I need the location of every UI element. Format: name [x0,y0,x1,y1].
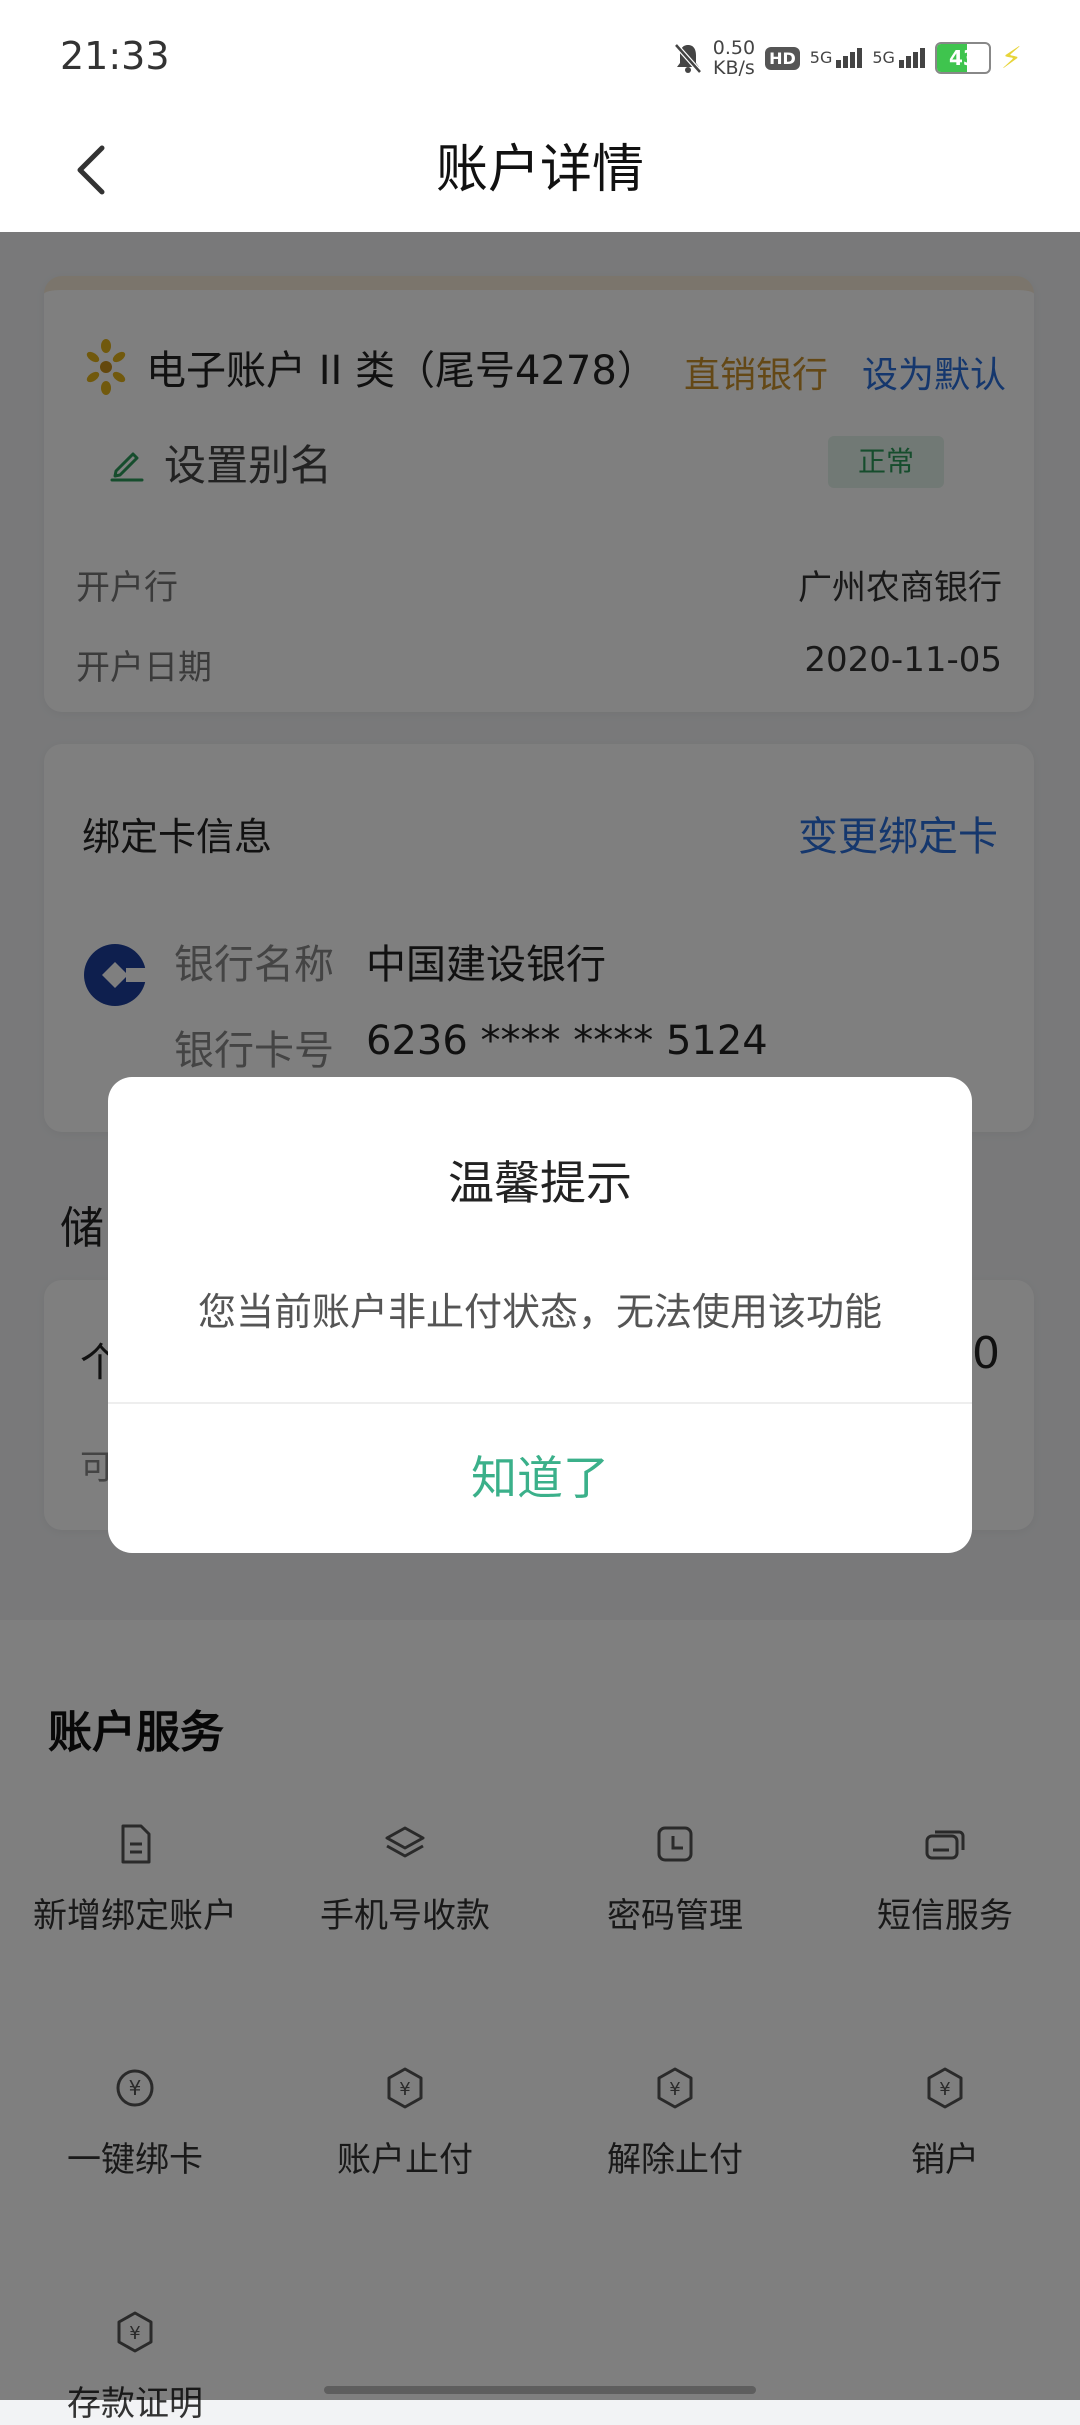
mute-bell-icon [673,43,702,74]
sim2-label: 5G [872,48,895,67]
status-bar: 21:33 0.50 KB/s HD 5G 5G 43 ⚡ [0,0,1080,110]
battery-icon: 43 [934,42,991,74]
signal-icon-sim1: 5G [810,48,863,68]
signal-icon-sim2: 5G [872,48,925,68]
net-speed: 0.50 KB/s [713,38,755,78]
status-icons: 0.50 KB/s HD 5G 5G 43 ⚡ [673,36,1022,80]
battery-level: 43 [949,46,977,70]
dialog-title: 温馨提示 [448,1156,632,1210]
hd-badge: HD [765,46,800,70]
alert-dialog: 温馨提示 您当前账户非止付状态，无法使用该功能 知道了 [108,1077,972,1553]
page-title: 账户详情 [435,140,644,200]
net-speed-value: 0.50 [712,37,756,59]
nav-bar: 账户详情 [0,110,1080,232]
status-time: 21:33 [60,34,170,78]
sim1-label: 5G [809,48,833,67]
dialog-confirm-button[interactable]: 知道了 [108,1404,972,1553]
dialog-message: 您当前账户非止付状态，无法使用该功能 [197,1290,882,1334]
charging-icon: ⚡ [1000,40,1022,76]
net-speed-unit: KB/s [713,57,755,79]
